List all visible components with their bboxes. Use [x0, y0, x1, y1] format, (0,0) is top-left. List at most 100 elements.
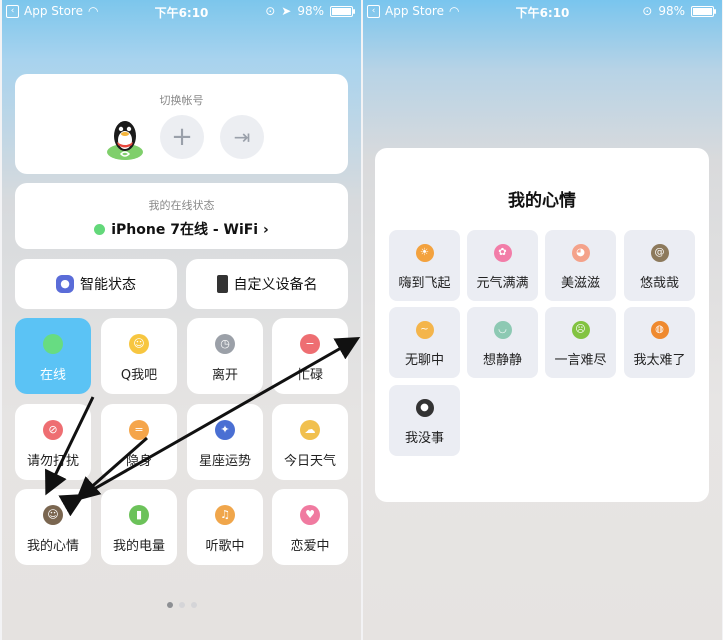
page-dot [190, 602, 197, 608]
rotation-lock-icon: ⊙ [642, 4, 653, 18]
status-tile[interactable]: 在线 [15, 318, 91, 394]
qq-avatar[interactable] [101, 114, 149, 162]
clock-icon: ◷ [215, 334, 235, 354]
battery-icon: ▮ [129, 505, 149, 525]
mood-option[interactable]: ◡ 想静静 [467, 307, 538, 378]
online-status-card[interactable]: 我的在线状态 iPhone 7在线 - WiFi › [15, 183, 348, 249]
mood-option[interactable]: ● 我没事 [389, 385, 460, 456]
battery-percent: 98% [297, 4, 324, 18]
custom-device-name-button[interactable]: 自定义设备名 [186, 259, 348, 309]
mood-option-label: 一言难尽 [554, 353, 607, 368]
status-tile-label: 忙碌 [296, 368, 323, 383]
phone-screen-mood-picker: ‹ App Store ◠ 下午6:10 ⊙ 98% 我的心情 ☀ 嗨到飞起 ✿ 元气… [363, 0, 722, 640]
speechless-icon: ☹ [571, 321, 590, 339]
mood-option-label: 悠哉哉 [639, 276, 679, 291]
status-tile-label: 请勿打扰 [26, 454, 79, 469]
mood-option[interactable]: @ 悠哉哉 [624, 230, 695, 301]
mood-option-label: 我太难了 [633, 353, 686, 368]
online-status-text: iPhone 7在线 - WiFi [111, 222, 259, 238]
robot-icon: ● [56, 275, 74, 293]
weather-icon: ☁ [300, 420, 320, 440]
love-icon: ♥ [300, 505, 320, 525]
no-disturb-icon: ⊘ [43, 420, 63, 440]
online-dot-icon [94, 224, 106, 235]
status-tile[interactable]: ♫ 听歌中 [187, 489, 263, 565]
status-tile[interactable]: ⊘ 请勿打扰 [15, 404, 91, 480]
page-dot [178, 602, 185, 608]
mood-option-label: 美滋滋 [560, 276, 600, 291]
status-tile[interactable]: ☺ 我的心情 [15, 489, 91, 565]
location-icon: ➤ [281, 4, 292, 18]
peach-icon: ◕ [571, 244, 590, 262]
phone-screen-status-panel: ‹ App Store ◠ 下午6:10 ⊙ ➤ 98% 切换帐号 + ⇥ 我的… [2, 0, 361, 640]
mood-picker-modal: 我的心情 ☀ 嗨到飞起 ✿ 元气满满 ◕ 美滋滋 @ 悠哉哉 ~ 无聊中 ◡ 想静静 ☹ 一言难尽 ◍ 我太难… [375, 148, 709, 502]
status-tile[interactable]: ☺ Q我吧 [101, 318, 177, 394]
green-dot-icon [43, 334, 63, 354]
smart-status-label: 智能状态 [80, 277, 136, 293]
rotation-lock-icon: ⊙ [265, 4, 276, 18]
switch-account-card: 切换帐号 + ⇥ [15, 74, 348, 174]
mood-option[interactable]: ☹ 一言难尽 [545, 307, 616, 378]
hidden-icon: = [129, 420, 149, 440]
add-account-button[interactable]: + [160, 115, 204, 159]
mood-option[interactable]: ◍ 我太难了 [624, 307, 695, 378]
calm-icon: ◡ [493, 321, 512, 339]
status-bar: ‹ App Store ◠ 下午6:10 ⊙ ➤ 98% [2, 0, 361, 24]
online-status-value: iPhone 7在线 - WiFi › [15, 219, 348, 239]
battery-percent: 98% [658, 4, 685, 18]
plus-icon: + [171, 122, 193, 152]
page-dot [166, 602, 173, 608]
status-tile-label: Q我吧 [120, 368, 158, 383]
pink-flower-icon: ✿ [493, 244, 512, 262]
smart-status-button[interactable]: ● 智能状态 [15, 259, 177, 309]
status-tile-label: 听歌中 [205, 539, 245, 554]
mood-option-label: 我没事 [404, 431, 444, 446]
status-tile-label: 我的电量 [112, 539, 165, 554]
status-tile-label: 我的心情 [26, 539, 79, 554]
status-tile[interactable]: = 隐身 [101, 404, 177, 480]
logout-button[interactable]: ⇥ [220, 115, 264, 159]
mood-option[interactable]: ◕ 美滋滋 [545, 230, 616, 301]
status-tile-label: 星座运势 [198, 454, 251, 469]
status-bar: ‹ App Store ◠ 下午6:10 ⊙ 98% [363, 0, 722, 24]
online-status-title: 我的在线状态 [148, 199, 215, 212]
pumpkin-icon: ◍ [650, 321, 669, 339]
headphones-icon: ♫ [215, 505, 235, 525]
status-tile-label: 在线 [39, 368, 66, 383]
smile-face-icon: ☺ [129, 334, 149, 354]
status-tile-label: 隐身 [125, 454, 152, 469]
status-tile-label: 今日天气 [283, 454, 336, 469]
status-tile-label: 离开 [211, 368, 238, 383]
status-tile[interactable]: ▮ 我的电量 [101, 489, 177, 565]
status-tile[interactable]: ✦ 星座运势 [187, 404, 263, 480]
mood-icon: ☺ [43, 505, 63, 525]
qq-penguin-icon [107, 121, 143, 160]
busy-minus-icon: − [300, 334, 320, 354]
status-tile[interactable]: ☁ 今日天气 [272, 404, 348, 480]
mood-option[interactable]: ✿ 元气满满 [467, 230, 538, 301]
status-right: ⊙ 98% [642, 4, 716, 18]
switch-account-title: 切换帐号 [159, 94, 204, 107]
chevron-right-icon: › [262, 222, 269, 238]
page-indicator[interactable] [2, 593, 361, 612]
status-tile[interactable]: − 忙碌 [272, 318, 348, 394]
zodiac-icon: ✦ [215, 420, 235, 440]
phone-icon [216, 275, 228, 293]
mood-option-label: 元气满满 [476, 276, 529, 291]
bored-icon: ~ [415, 321, 434, 339]
mood-option-label: 无聊中 [404, 353, 444, 368]
bomb-icon: ● [415, 399, 434, 417]
battery-icon [330, 5, 355, 17]
status-tile[interactable]: ◷ 离开 [187, 318, 263, 394]
mood-option[interactable]: ☀ 嗨到飞起 [389, 230, 460, 301]
mood-option-label: 嗨到飞起 [398, 276, 451, 291]
mood-option[interactable]: ~ 无聊中 [389, 307, 460, 378]
mood-option-label: 想静静 [482, 353, 522, 368]
status-tile-label: 恋爱中 [290, 539, 330, 554]
battery-icon [691, 5, 716, 17]
custom-device-label: 自定义设备名 [233, 277, 318, 293]
status-tile[interactable]: ♥ 恋爱中 [272, 489, 348, 565]
sun-flower-icon: ☀ [415, 244, 434, 262]
status-right: ⊙ ➤ 98% [265, 4, 355, 18]
snail-icon: @ [650, 244, 669, 262]
